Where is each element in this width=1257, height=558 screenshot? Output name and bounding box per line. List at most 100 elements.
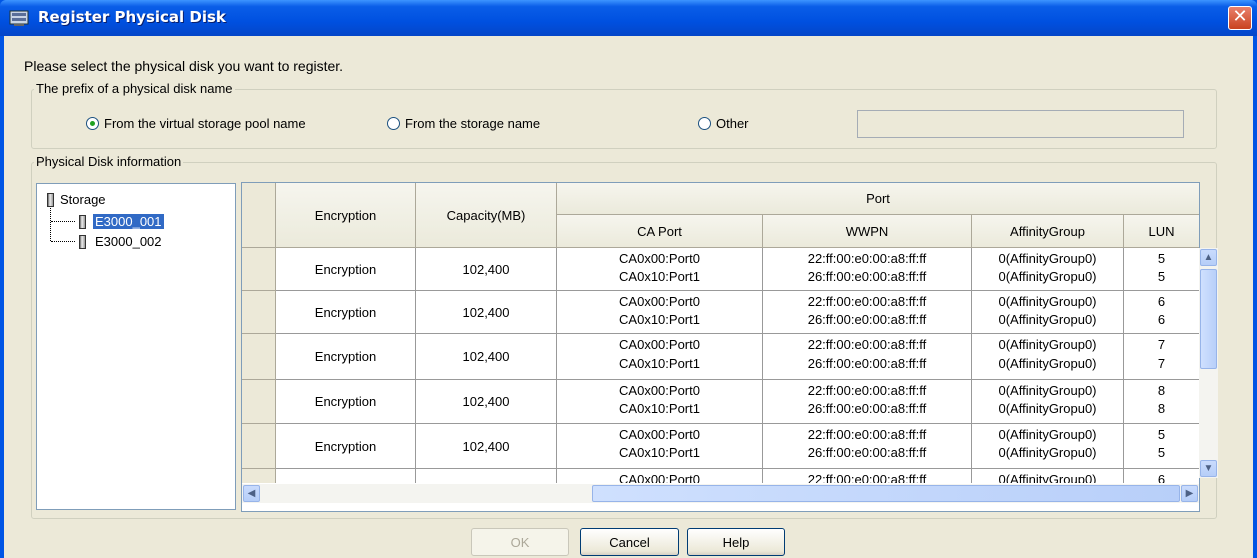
table-cell-capacity[interactable]: 102,400	[416, 424, 557, 469]
table-cell-lun[interactable]: 6	[1124, 469, 1199, 483]
affinity-line: 0(AffinityGropu0)	[998, 445, 1097, 460]
table-cell-lun[interactable]: 7 7	[1124, 334, 1199, 380]
table-cell-affinity-group[interactable]: 0(AffinityGroup0) 0(AffinityGropu0)	[972, 380, 1124, 424]
ca-port-line: CA0x00:Port0	[619, 427, 700, 442]
table-cell-capacity[interactable]	[416, 469, 557, 483]
table-cell-affinity-group[interactable]: 0(AffinityGroup0) 0(AffinityGropu0)	[972, 424, 1124, 469]
table-cell-wwpn[interactable]: 22:ff:00:e0:00:a8:ff:ff	[763, 469, 972, 483]
table-cell-encryption[interactable]: Encryption	[276, 334, 416, 380]
lun-line: 8	[1157, 401, 1166, 416]
other-prefix-input[interactable]	[857, 110, 1184, 138]
help-button[interactable]: Help	[687, 528, 785, 556]
tree-item-e3000-001[interactable]: E3000_001	[93, 214, 164, 229]
lun-line: 6	[1157, 312, 1166, 327]
table-cell-encryption[interactable]: Encryption	[276, 248, 416, 291]
wwpn-line: 26:ff:00:e0:00:a8:ff:ff	[807, 401, 927, 416]
col-header-port[interactable]: Port	[557, 183, 1199, 215]
table-cell-wwpn[interactable]: 22:ff:00:e0:00:a8:ff:ff 26:ff:00:e0:00:a…	[763, 334, 972, 380]
table-cell-ca-port[interactable]: CA0x00:Port0	[557, 469, 763, 483]
col-header-capacity[interactable]: Capacity(MB)	[416, 183, 557, 248]
table-vertical-scrollbar[interactable]: ▲ ▼	[1199, 248, 1218, 478]
close-icon[interactable]: ✕	[1228, 6, 1252, 30]
table-cell-encryption[interactable]	[276, 469, 416, 483]
storage-tree[interactable]: Storage E3000_001 E3000_002	[36, 183, 236, 510]
physical-disk-table: Encryption Capacity(MB) Port CA Port WWP…	[241, 182, 1200, 512]
table-cell-wwpn[interactable]: 22:ff:00:e0:00:a8:ff:ff 26:ff:00:e0:00:a…	[763, 291, 972, 334]
table-cell-lun[interactable]: 5 5	[1124, 248, 1199, 291]
row-header[interactable]	[242, 469, 276, 483]
lun-line: 5	[1157, 269, 1166, 284]
ca-port-line: CA0x00:Port0	[619, 251, 700, 266]
col-header-ca-port[interactable]: CA Port	[557, 215, 763, 248]
table-cell-affinity-group[interactable]: 0(AffinityGroup0)	[972, 469, 1124, 483]
server-disk-icon	[9, 10, 29, 26]
col-header-wwpn[interactable]: WWPN	[763, 215, 972, 248]
table-cell-ca-port[interactable]: CA0x00:Port0 CA0x10:Port1	[557, 424, 763, 469]
table-cell-capacity[interactable]: 102,400	[416, 334, 557, 380]
radio-unselected-icon	[387, 117, 400, 130]
table-cell-ca-port[interactable]: CA0x00:Port0 CA0x10:Port1	[557, 248, 763, 291]
wwpn-line: 26:ff:00:e0:00:a8:ff:ff	[807, 312, 927, 327]
row-header[interactable]	[242, 334, 276, 380]
tree-connector	[51, 241, 75, 242]
table-cell-encryption[interactable]: Encryption	[276, 291, 416, 334]
radio-selected-icon	[86, 117, 99, 130]
radio-label: From the storage name	[405, 116, 541, 131]
vertical-scroll-thumb[interactable]	[1200, 269, 1217, 369]
table-cell-ca-port[interactable]: CA0x00:Port0 CA0x10:Port1	[557, 291, 763, 334]
affinity-line: 0(AffinityGropu0)	[998, 401, 1097, 416]
window-title: Register Physical Disk	[38, 8, 226, 26]
table-cell-ca-port[interactable]: CA0x00:Port0 CA0x10:Port1	[557, 380, 763, 424]
title-bar[interactable]: Register Physical Disk ✕	[0, 0, 1257, 36]
radio-virtual-storage-pool[interactable]: From the virtual storage pool name	[86, 116, 306, 131]
row-header[interactable]	[242, 291, 276, 334]
row-header[interactable]	[242, 424, 276, 469]
ca-port-line: CA0x00:Port0	[619, 472, 700, 483]
col-header-encryption[interactable]: Encryption	[276, 183, 416, 248]
scroll-left-icon[interactable]: ◀	[243, 485, 260, 502]
table-cell-ca-port[interactable]: CA0x00:Port0 CA0x10:Port1	[557, 334, 763, 380]
table-viewport: Encryption Capacity(MB) Port CA Port WWP…	[242, 183, 1199, 483]
wwpn-line: 26:ff:00:e0:00:a8:ff:ff	[807, 269, 927, 284]
horizontal-scroll-thumb[interactable]	[592, 485, 1180, 502]
ca-port-line: CA0x10:Port1	[619, 312, 700, 327]
table-cell-capacity[interactable]: 102,400	[416, 380, 557, 424]
tree-connector	[50, 208, 51, 241]
affinity-line: 0(AffinityGroup0)	[998, 383, 1097, 398]
scroll-up-icon[interactable]: ▲	[1200, 249, 1217, 266]
radio-label: Other	[716, 116, 749, 131]
ok-button[interactable]: OK	[471, 528, 569, 556]
row-header[interactable]	[242, 380, 276, 424]
table-cell-capacity[interactable]: 102,400	[416, 291, 557, 334]
table-cell-wwpn[interactable]: 22:ff:00:e0:00:a8:ff:ff 26:ff:00:e0:00:a…	[763, 380, 972, 424]
table-cell-encryption[interactable]: Encryption	[276, 424, 416, 469]
table-cell-lun[interactable]: 8 8	[1124, 380, 1199, 424]
table-cell-capacity[interactable]: 102,400	[416, 248, 557, 291]
lun-line: 5	[1157, 251, 1166, 266]
row-header-corner	[242, 183, 276, 248]
col-header-lun[interactable]: LUN	[1124, 215, 1199, 248]
cancel-button[interactable]: Cancel	[580, 528, 679, 556]
radio-other[interactable]: Other	[698, 116, 749, 131]
table-cell-wwpn[interactable]: 22:ff:00:e0:00:a8:ff:ff 26:ff:00:e0:00:a…	[763, 248, 972, 291]
scroll-right-icon[interactable]: ▶	[1181, 485, 1198, 502]
scroll-down-icon[interactable]: ▼	[1200, 460, 1217, 477]
table-cell-lun[interactable]: 6 6	[1124, 291, 1199, 334]
tree-root-storage[interactable]: Storage	[60, 192, 106, 207]
table-cell-affinity-group[interactable]: 0(AffinityGroup0) 0(AffinityGropu0)	[972, 291, 1124, 334]
radio-storage-name[interactable]: From the storage name	[387, 116, 540, 131]
instruction-text: Please select the physical disk you want…	[24, 58, 344, 74]
wwpn-line: 22:ff:00:e0:00:a8:ff:ff	[807, 472, 927, 483]
affinity-line: 0(AffinityGroup0)	[998, 337, 1097, 352]
ca-port-line: CA0x10:Port1	[619, 356, 700, 371]
row-header[interactable]	[242, 248, 276, 291]
register-physical-disk-dialog: Register Physical Disk ✕ Please select t…	[0, 0, 1257, 558]
col-header-affinity-group[interactable]: AffinityGroup	[972, 215, 1124, 248]
table-cell-affinity-group[interactable]: 0(AffinityGroup0) 0(AffinityGropu0)	[972, 248, 1124, 291]
table-cell-affinity-group[interactable]: 0(AffinityGroup0) 0(AffinityGropu0)	[972, 334, 1124, 380]
tree-item-e3000-002[interactable]: E3000_002	[95, 234, 162, 249]
table-cell-wwpn[interactable]: 22:ff:00:e0:00:a8:ff:ff 26:ff:00:e0:00:a…	[763, 424, 972, 469]
table-horizontal-scrollbar[interactable]: ◀ ▶	[242, 484, 1199, 503]
table-cell-lun[interactable]: 5 5	[1124, 424, 1199, 469]
table-cell-encryption[interactable]: Encryption	[276, 380, 416, 424]
